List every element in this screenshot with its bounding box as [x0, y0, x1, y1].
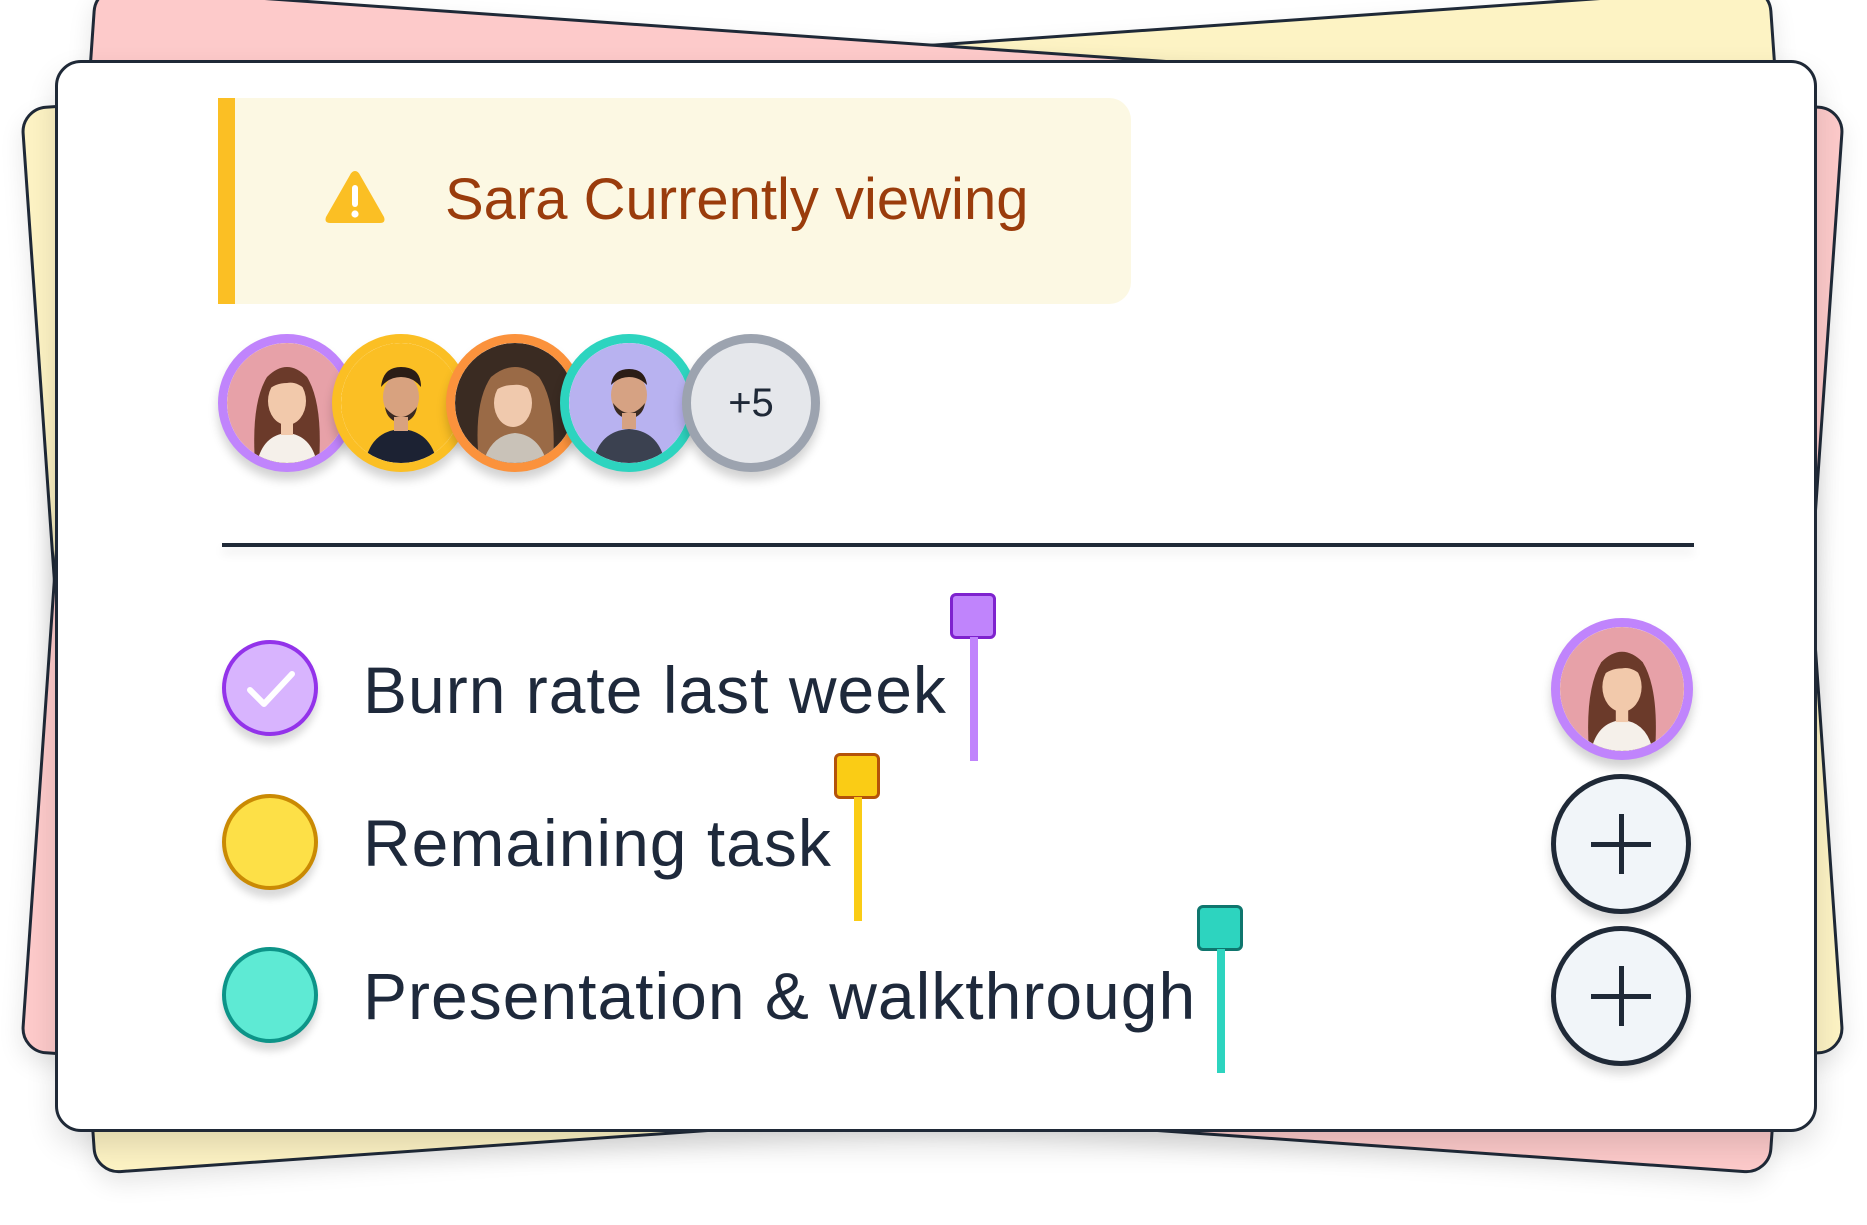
add-assignee-button[interactable]: [1551, 774, 1691, 914]
task-card-stack: Sara Currently viewing +5 Burn rate last…: [0, 0, 1867, 1225]
more-viewers-badge[interactable]: +5: [682, 334, 820, 472]
task-checkbox-burn-rate[interactable]: [222, 640, 318, 736]
task-checkbox-presentation[interactable]: [222, 947, 318, 1043]
warning-icon: [325, 171, 385, 223]
viewing-alert: Sara Currently viewing: [218, 98, 1131, 304]
task-label-remaining: Remaining task: [363, 806, 832, 880]
viewer-avatar-4[interactable]: [560, 334, 698, 472]
task-label-burn-rate: Burn rate last week: [363, 653, 947, 727]
task-flag-yellow[interactable]: [834, 753, 884, 921]
alert-text: Sara Currently viewing: [445, 167, 1029, 232]
assignee-avatar[interactable]: [1551, 618, 1693, 760]
task-checkbox-remaining[interactable]: [222, 794, 318, 890]
section-divider: [222, 543, 1694, 547]
task-label-presentation: Presentation & walkthrough: [363, 959, 1197, 1033]
task-flag-purple[interactable]: [950, 593, 1000, 761]
add-assignee-button[interactable]: [1551, 926, 1691, 1066]
checkmark-icon: [247, 671, 295, 707]
task-flag-teal[interactable]: [1197, 905, 1247, 1073]
